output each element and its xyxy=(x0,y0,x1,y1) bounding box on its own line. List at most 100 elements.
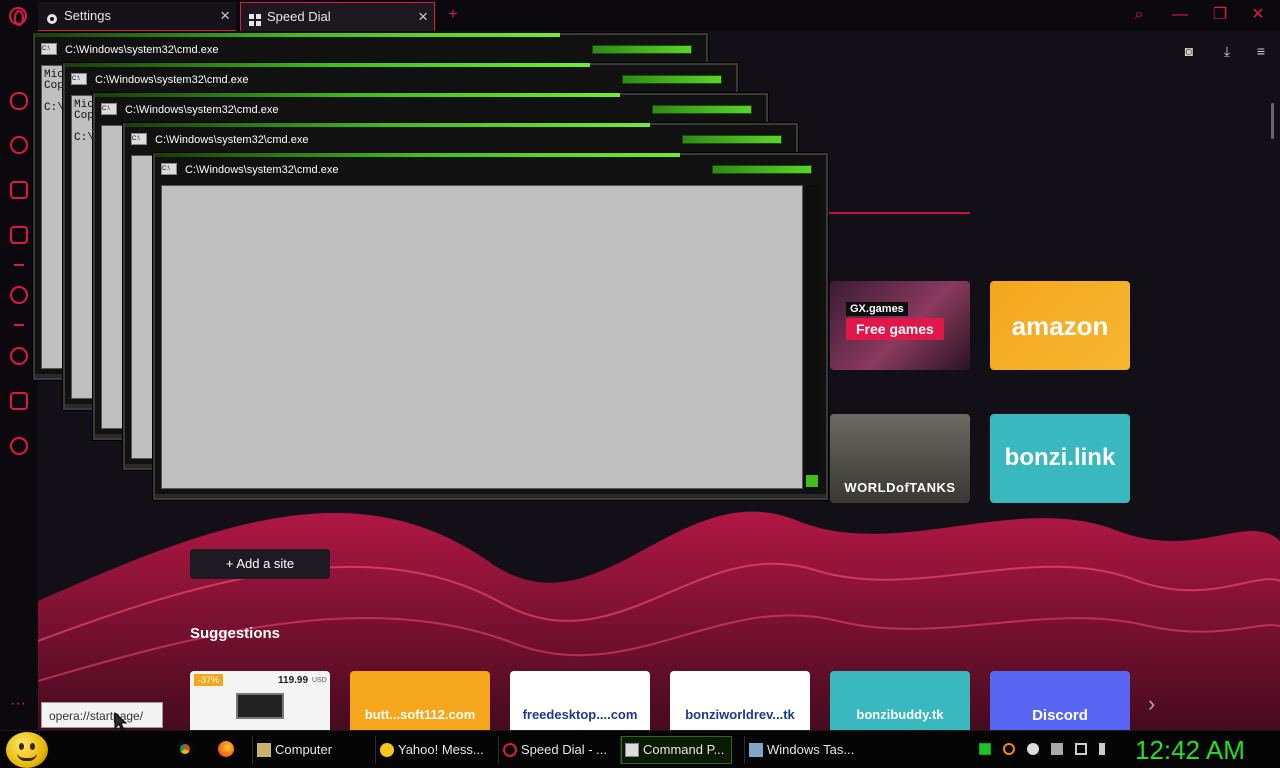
smiley-mouth xyxy=(17,753,37,761)
suggestion-tile-bonzibuddy[interactable]: bonzibuddy.tk xyxy=(830,671,970,730)
clock[interactable]: 12:42 AM xyxy=(1135,733,1245,767)
cmd-window-active[interactable]: C:\ C:\Windows\system32\cmd.exe xyxy=(153,153,828,500)
window-title: C:\Windows\system32\cmd.exe xyxy=(95,74,249,86)
tray-flag-icon[interactable] xyxy=(1051,743,1063,755)
download-icon[interactable]: ⤓ xyxy=(1219,43,1235,59)
window-buttons[interactable] xyxy=(682,135,782,144)
price-text: 119.99 xyxy=(278,675,309,686)
tile-label: bonzibuddy.tk xyxy=(856,707,944,722)
network-icon[interactable] xyxy=(1075,743,1087,755)
window-title: C:\Windows\system32\cmd.exe xyxy=(185,164,339,176)
window-buttons[interactable] xyxy=(652,105,752,114)
close-tab-icon[interactable]: × xyxy=(418,3,428,30)
window-buttons[interactable] xyxy=(622,75,722,84)
settings-icon[interactable] xyxy=(10,437,28,455)
player-icon[interactable] xyxy=(10,286,28,304)
opera-icon xyxy=(503,743,517,757)
sidebar-divider xyxy=(14,324,24,326)
gx-control-icon[interactable] xyxy=(10,136,28,154)
console-output[interactable] xyxy=(161,185,803,489)
computer-icon xyxy=(257,743,271,757)
window-title-bar[interactable]: C:\ C:\Windows\system32\cmd.exe xyxy=(101,102,278,118)
start-button[interactable] xyxy=(6,732,48,768)
suggestion-tile-soft112[interactable]: butt...soft112.com xyxy=(350,671,490,730)
taskbar-label: Yahoo! Mess... xyxy=(398,742,484,757)
cmd-icon: C:\ xyxy=(71,73,87,85)
gamepad-icon[interactable] xyxy=(10,92,28,110)
easy-setup-icon[interactable]: ≡ xyxy=(1253,43,1269,59)
taskbar-item-yahoo-messenger[interactable]: Yahoo! Mess... xyxy=(375,736,491,764)
suggestion-tile-freedesktop[interactable]: freedesktop....com xyxy=(510,671,650,730)
browser-tab-bar: Settings × Speed Dial × + ⌕ — ❐ ✕ xyxy=(0,0,1280,31)
restore-button[interactable]: ❐ xyxy=(1205,3,1235,27)
chrome-icon[interactable] xyxy=(177,741,193,757)
smiley-eye xyxy=(19,743,24,750)
history-icon[interactable] xyxy=(10,347,28,365)
chevron-right-icon[interactable]: › xyxy=(1148,691,1155,717)
speed-dial-tile-world-of-tanks[interactable]: WORLDofTANKS xyxy=(830,414,970,503)
tray-green-icon[interactable] xyxy=(979,743,991,755)
tray-smiley-icon[interactable] xyxy=(1027,743,1039,755)
cmd-icon: C:\ xyxy=(41,43,57,55)
desktop-screen: Settings × Speed Dial × + ⌕ — ❐ ✕ ··· ◙ … xyxy=(0,0,1280,768)
suggestion-tile-monitor[interactable]: -37% 119.99 USD xyxy=(190,671,330,730)
window-title: C:\Windows\system32\cmd.exe xyxy=(155,134,309,146)
suggestion-tile-discord[interactable]: Discord xyxy=(990,671,1130,730)
taskbar-label: Speed Dial - ... xyxy=(521,742,607,757)
sidebar-divider xyxy=(14,264,24,266)
vertical-scrollbar[interactable] xyxy=(805,185,819,489)
tab-speed-dial[interactable]: Speed Dial × xyxy=(240,2,435,31)
volume-icon[interactable] xyxy=(1099,743,1111,755)
cmd-icon: C:\ xyxy=(161,163,177,175)
add-site-button[interactable]: + Add a site xyxy=(190,549,330,579)
new-tab-button[interactable]: + xyxy=(438,3,468,27)
twitch-icon[interactable] xyxy=(10,226,28,244)
taskbar-label: Windows Tas... xyxy=(767,742,855,757)
title-glow xyxy=(155,153,680,157)
window-border xyxy=(155,494,826,498)
speed-dial-tile-gx-games[interactable]: GX.games Free games xyxy=(830,281,970,370)
taskbar-item-command-prompt[interactable]: Command P... xyxy=(620,736,732,764)
scrollbar[interactable] xyxy=(1271,103,1274,139)
cmd-icon: C:\ xyxy=(131,133,147,145)
speed-dial-tile-bonzi-link[interactable]: bonzi.link xyxy=(990,414,1130,503)
window-title-bar[interactable]: C:\ C:\Windows\system32\cmd.exe xyxy=(131,132,308,148)
taskbar-item-speed-dial[interactable]: Speed Dial - ... xyxy=(498,736,614,764)
window-buttons[interactable] xyxy=(712,165,812,174)
taskbar-label: Computer xyxy=(275,742,333,757)
more-icon[interactable]: ··· xyxy=(10,695,26,713)
camera-icon[interactable]: ◙ xyxy=(1181,43,1197,59)
smiley-eye xyxy=(30,743,35,750)
opera-menu-icon[interactable] xyxy=(9,7,27,26)
tile-label: amazon xyxy=(1011,311,1109,341)
tile-label: butt...soft112.com xyxy=(364,707,476,722)
taskbar-item-task-manager[interactable]: Windows Tas... xyxy=(744,736,860,764)
taskbar-item-computer[interactable]: Computer xyxy=(252,736,368,764)
yahoo-smiley-icon xyxy=(380,743,394,757)
window-buttons[interactable] xyxy=(592,45,692,54)
tab-label: Speed Dial xyxy=(267,9,331,24)
search-icon[interactable]: ⌕ xyxy=(1124,3,1154,27)
firefox-icon[interactable] xyxy=(218,741,234,757)
tab-settings[interactable]: Settings × xyxy=(38,2,236,31)
minimize-button[interactable]: — xyxy=(1165,3,1195,27)
tray-search-icon[interactable] xyxy=(1003,743,1015,755)
suggestion-tile-bonziworldrev[interactable]: bonziworldrev...tk xyxy=(670,671,810,730)
currency-text: USD xyxy=(312,677,327,684)
title-glow xyxy=(65,63,590,67)
close-window-button[interactable]: ✕ xyxy=(1243,3,1273,27)
tile-label: freedesktop....com xyxy=(522,707,638,722)
search-underline xyxy=(828,212,970,214)
close-tab-icon[interactable]: × xyxy=(220,2,230,29)
window-title: C:\Windows\system32\cmd.exe xyxy=(125,104,279,116)
cube-icon[interactable] xyxy=(10,392,28,410)
window-title-bar[interactable]: C:\ C:\Windows\system32\cmd.exe xyxy=(41,42,218,58)
window-title-bar[interactable]: C:\ C:\Windows\system32\cmd.exe xyxy=(161,162,338,178)
discount-badge: -37% xyxy=(194,674,224,686)
monitor-image xyxy=(236,693,284,719)
bag-icon[interactable] xyxy=(10,181,28,199)
speed-dial-tile-amazon[interactable]: amazon xyxy=(990,281,1130,370)
taskbar-label: Command P... xyxy=(643,742,725,757)
title-glow xyxy=(95,93,620,97)
window-title-bar[interactable]: C:\ C:\Windows\system32\cmd.exe xyxy=(71,72,248,88)
